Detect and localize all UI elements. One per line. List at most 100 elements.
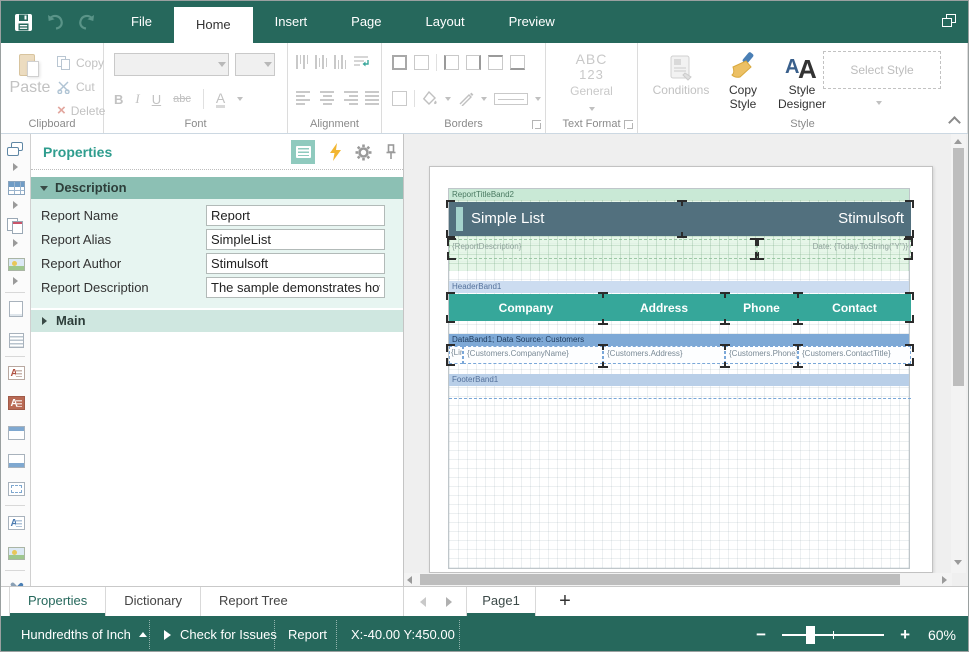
- canvas-vertical-scrollbar[interactable]: [951, 134, 966, 573]
- align-center-icon[interactable]: [319, 91, 335, 105]
- image-component-icon[interactable]: [5, 253, 27, 275]
- left-border-icon[interactable]: [444, 55, 459, 70]
- image-expand-icon[interactable]: [13, 277, 18, 285]
- outside-border-icon[interactable]: [392, 91, 407, 106]
- copy-style-button[interactable]: Copy Style: [720, 51, 766, 111]
- scroll-up-icon[interactable]: [954, 139, 962, 144]
- redo-icon[interactable]: [75, 10, 99, 34]
- report-title-block[interactable]: Simple List Stimulsoft: [449, 202, 911, 236]
- header-cell-contact[interactable]: Contact: [798, 294, 911, 321]
- no-borders-icon[interactable]: [414, 55, 429, 70]
- zoom-slider-handle[interactable]: [806, 626, 815, 644]
- all-borders-icon[interactable]: [392, 55, 407, 70]
- scroll-right-icon[interactable]: [942, 576, 947, 584]
- report-title-band-label[interactable]: ReportTitleBand2: [449, 189, 909, 200]
- zoom-slider[interactable]: [782, 626, 884, 644]
- horizontal-scroll-thumb[interactable]: [420, 574, 900, 585]
- footer-band-label[interactable]: FooterBand1: [449, 374, 909, 386]
- font-size-combobox[interactable]: [235, 53, 275, 76]
- check-for-issues-button[interactable]: Check for Issues: [164, 616, 277, 652]
- text-format-button[interactable]: ABC 123 General: [546, 51, 637, 116]
- select-style-arrow-icon[interactable]: [876, 101, 882, 105]
- line-style-dropdown-icon[interactable]: [535, 97, 541, 101]
- header-cell-address[interactable]: Address: [603, 294, 725, 321]
- report-title-text[interactable]: Simple List: [471, 210, 544, 227]
- report-author-input[interactable]: [206, 253, 385, 274]
- component-icon[interactable]: [5, 139, 27, 161]
- zoom-percent[interactable]: 60%: [916, 627, 968, 643]
- tab-insert[interactable]: Insert: [253, 1, 330, 43]
- footer-band-icon[interactable]: [5, 450, 27, 472]
- blank-page-icon[interactable]: [5, 298, 27, 320]
- picture-icon[interactable]: [5, 542, 27, 564]
- report-menu-button[interactable]: Report: [288, 616, 327, 652]
- settings-gear-icon[interactable]: [351, 140, 375, 164]
- align-middle-icon[interactable]: [315, 55, 327, 69]
- report-alias-input[interactable]: [206, 229, 385, 250]
- copy-button[interactable]: Copy: [57, 53, 105, 73]
- font-name-combobox[interactable]: [114, 53, 229, 76]
- align-bottom-icon[interactable]: [334, 55, 346, 69]
- line-color-icon[interactable]: [458, 91, 474, 106]
- save-icon[interactable]: [11, 10, 35, 34]
- align-justify-icon[interactable]: [365, 91, 381, 105]
- table-icon[interactable]: [5, 177, 27, 199]
- clone-component-icon[interactable]: [5, 215, 27, 237]
- text-component-icon[interactable]: [5, 362, 27, 384]
- font-color-button[interactable]: A: [216, 91, 225, 108]
- text-lines-icon[interactable]: [5, 329, 27, 351]
- zoom-out-button[interactable]: −: [750, 625, 772, 645]
- header-band-icon[interactable]: [5, 422, 27, 444]
- underline-button[interactable]: U: [152, 92, 161, 107]
- canvas-horizontal-scrollbar[interactable]: [404, 573, 952, 586]
- cut-button[interactable]: Cut: [57, 77, 105, 97]
- data-cell-company-name[interactable]: {Customers.CompanyName}: [463, 346, 603, 364]
- text-box-icon[interactable]: [5, 392, 27, 414]
- component-expand-icon[interactable]: [13, 163, 18, 171]
- clone-expand-icon[interactable]: [13, 239, 18, 247]
- properties-view-icon[interactable]: [291, 140, 315, 164]
- scroll-left-icon[interactable]: [407, 576, 412, 584]
- events-lightning-icon[interactable]: [323, 140, 347, 164]
- tab-file[interactable]: File: [109, 1, 174, 43]
- report-page[interactable]: ReportTitleBand2 Simple List Stimulsoft …: [429, 166, 933, 573]
- fill-color-icon[interactable]: [422, 91, 438, 106]
- tab-properties[interactable]: Properties: [9, 587, 106, 616]
- data-band-label[interactable]: DataBand1; Data Source: Customers: [449, 334, 909, 346]
- section-main[interactable]: Main: [31, 310, 403, 332]
- previous-page-icon[interactable]: [420, 597, 426, 607]
- scroll-down-icon[interactable]: [954, 560, 962, 565]
- data-cell-address[interactable]: {Customers.Address}: [603, 346, 725, 364]
- units-selector[interactable]: Hundredths of Inch: [21, 616, 147, 652]
- undo-icon[interactable]: [43, 10, 67, 34]
- collapse-ribbon-icon[interactable]: [949, 117, 961, 125]
- section-description[interactable]: Description: [31, 177, 403, 199]
- right-border-icon[interactable]: [466, 55, 481, 70]
- add-page-button[interactable]: +: [552, 588, 578, 614]
- bottom-border-icon[interactable]: [510, 55, 525, 70]
- conditions-button[interactable]: Conditions: [652, 53, 710, 97]
- tab-layout[interactable]: Layout: [404, 1, 487, 43]
- vertical-scroll-thumb[interactable]: [953, 148, 964, 386]
- next-page-icon[interactable]: [446, 597, 452, 607]
- line-style-icon[interactable]: [494, 93, 528, 105]
- bold-button[interactable]: B: [114, 92, 123, 107]
- page1-tab[interactable]: Page1: [466, 587, 536, 616]
- text-format-dialog-launcher-icon[interactable]: [624, 120, 633, 129]
- report-date-cell[interactable]: Date: {Today.ToString("Y")}: [757, 239, 911, 259]
- strikethrough-button[interactable]: abc: [173, 93, 191, 105]
- align-top-icon[interactable]: [296, 55, 308, 69]
- tab-report-tree[interactable]: Report Tree: [201, 587, 306, 616]
- word-wrap-icon[interactable]: [353, 55, 370, 69]
- tab-dictionary[interactable]: Dictionary: [106, 587, 201, 616]
- table-expand-icon[interactable]: [13, 201, 18, 209]
- line-color-dropdown-icon[interactable]: [481, 97, 487, 101]
- paste-button[interactable]: Paste: [9, 53, 51, 97]
- tab-home[interactable]: Home: [174, 7, 253, 43]
- report-name-input[interactable]: [206, 205, 385, 226]
- data-cell-contact-title[interactable]: {Customers.ContactTitle}: [798, 346, 911, 364]
- report-description-input[interactable]: [206, 277, 385, 298]
- brand-text[interactable]: Stimulsoft: [838, 210, 904, 227]
- data-cell-line[interactable]: {Line}: [449, 346, 463, 364]
- fill-color-dropdown-icon[interactable]: [445, 97, 451, 101]
